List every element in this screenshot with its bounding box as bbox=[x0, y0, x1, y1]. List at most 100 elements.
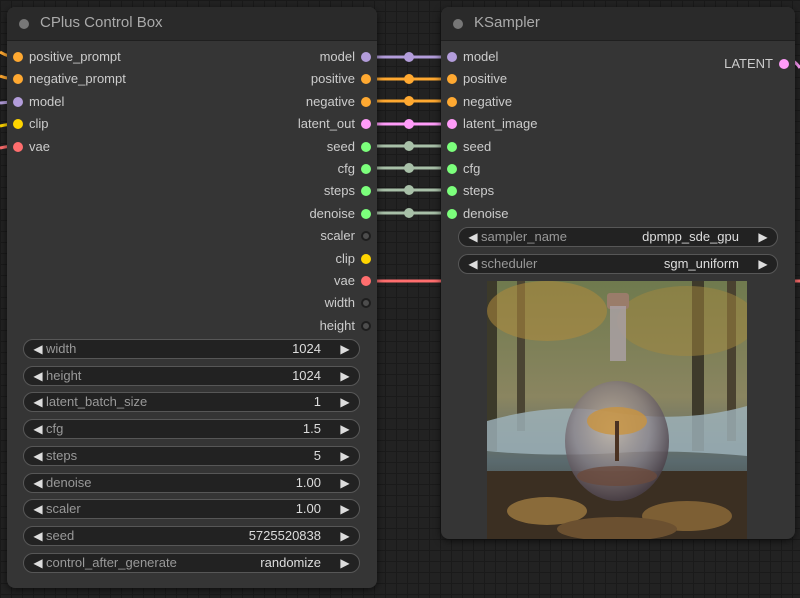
cb-output-width[interactable]: width bbox=[325, 292, 377, 314]
widget-label: scheduler bbox=[481, 255, 538, 271]
cb-input-vae[interactable]: vae bbox=[7, 136, 50, 158]
ks-input-cfg[interactable]: cfg bbox=[441, 158, 480, 180]
widget-scaler[interactable]: ◀ scaler 1.00 ▶ bbox=[23, 499, 360, 520]
negative_prompt-port-dot-icon[interactable] bbox=[13, 74, 23, 85]
widget-denoise[interactable]: ◀ denoise 1.00 ▶ bbox=[23, 472, 360, 493]
cb-output-vae[interactable]: vae bbox=[334, 270, 377, 292]
decrement-arrow-icon[interactable]: ◀ bbox=[29, 500, 47, 518]
cb-output-cfg[interactable]: cfg bbox=[338, 158, 377, 180]
positive-port-dot-icon[interactable] bbox=[361, 74, 371, 85]
collapse-dot-icon[interactable] bbox=[19, 19, 29, 29]
increment-arrow-icon[interactable]: ▶ bbox=[336, 420, 354, 438]
decrement-arrow-icon[interactable]: ◀ bbox=[29, 340, 47, 358]
port-label: vae bbox=[29, 138, 50, 154]
ks-input-denoise[interactable]: denoise bbox=[441, 203, 509, 225]
port-label: negative_prompt bbox=[29, 71, 126, 87]
control-box-node[interactable]: CPlus Control Box positive_promptnegativ… bbox=[7, 7, 377, 588]
increment-arrow-icon[interactable]: ▶ bbox=[336, 474, 354, 492]
clip-port-dot-icon[interactable] bbox=[13, 119, 23, 130]
model-port-dot-icon[interactable] bbox=[447, 52, 457, 62]
widget-steps[interactable]: ◀ steps 5 ▶ bbox=[23, 445, 360, 466]
preview-image bbox=[487, 281, 747, 539]
width-port-dot-icon[interactable] bbox=[361, 298, 371, 309]
decrement-arrow-icon[interactable]: ◀ bbox=[29, 474, 47, 492]
ksampler-header[interactable]: KSampler bbox=[441, 7, 795, 41]
ks-input-seed[interactable]: seed bbox=[441, 136, 491, 158]
increment-arrow-icon[interactable]: ▶ bbox=[336, 340, 354, 358]
cb-output-height[interactable]: height bbox=[320, 315, 377, 337]
ks-input-model[interactable]: model bbox=[441, 46, 498, 68]
cb-output-scaler[interactable]: scaler bbox=[320, 225, 377, 247]
increment-arrow-icon[interactable]: ▶ bbox=[336, 367, 354, 385]
increment-arrow-icon[interactable]: ▶ bbox=[336, 447, 354, 465]
widget-sampler_name[interactable]: ◀ sampler_name dpmpp_sde_gpu ▶ bbox=[458, 227, 778, 247]
collapse-dot-icon[interactable] bbox=[453, 19, 463, 29]
widget-label: control_after_generate bbox=[46, 554, 177, 570]
decrement-arrow-icon[interactable]: ◀ bbox=[29, 447, 47, 465]
increment-arrow-icon[interactable]: ▶ bbox=[754, 255, 772, 273]
widget-seed[interactable]: ◀ seed 5725520838 ▶ bbox=[23, 525, 360, 546]
seed-port-dot-icon[interactable] bbox=[447, 141, 457, 152]
widget-cfg[interactable]: ◀ cfg 1.5 ▶ bbox=[23, 419, 360, 440]
port-label: steps bbox=[463, 183, 495, 199]
cb-input-positive_prompt[interactable]: positive_prompt bbox=[7, 46, 121, 68]
latent_image-port-dot-icon[interactable] bbox=[447, 119, 457, 130]
decrement-arrow-icon[interactable]: ◀ bbox=[29, 367, 47, 385]
latent-output-dot-icon[interactable] bbox=[779, 59, 789, 69]
steps-port-dot-icon[interactable] bbox=[447, 186, 457, 197]
decrement-arrow-icon[interactable]: ◀ bbox=[29, 527, 47, 545]
widget-value: 1024 bbox=[292, 367, 321, 383]
vae-port-dot-icon[interactable] bbox=[361, 276, 371, 286]
negative-port-dot-icon[interactable] bbox=[447, 96, 457, 107]
cb-output-clip[interactable]: clip bbox=[335, 248, 377, 270]
control-box-header[interactable]: CPlus Control Box bbox=[7, 7, 377, 41]
ks-input-positive[interactable]: positive bbox=[441, 68, 507, 90]
cb-output-denoise[interactable]: denoise bbox=[309, 203, 377, 225]
vae-port-dot-icon[interactable] bbox=[13, 141, 23, 152]
cfg-port-dot-icon[interactable] bbox=[447, 164, 457, 174]
cb-output-negative[interactable]: negative bbox=[306, 91, 377, 113]
increment-arrow-icon[interactable]: ▶ bbox=[336, 554, 354, 572]
latent_out-port-dot-icon[interactable] bbox=[361, 119, 371, 130]
cb-input-negative_prompt[interactable]: negative_prompt bbox=[7, 68, 126, 90]
cb-input-clip[interactable]: clip bbox=[7, 113, 49, 135]
cb-input-model[interactable]: model bbox=[7, 91, 64, 113]
denoise-port-dot-icon[interactable] bbox=[447, 208, 457, 219]
increment-arrow-icon[interactable]: ▶ bbox=[336, 500, 354, 518]
cb-output-latent_out[interactable]: latent_out bbox=[298, 113, 377, 135]
positive_prompt-port-dot-icon[interactable] bbox=[13, 52, 23, 62]
scaler-port-dot-icon[interactable] bbox=[361, 231, 371, 242]
seed-port-dot-icon[interactable] bbox=[361, 141, 371, 152]
decrement-arrow-icon[interactable]: ◀ bbox=[464, 255, 482, 273]
clip-port-dot-icon[interactable] bbox=[361, 253, 371, 264]
ks-input-steps[interactable]: steps bbox=[441, 180, 494, 202]
cb-output-steps[interactable]: steps bbox=[324, 180, 377, 202]
increment-arrow-icon[interactable]: ▶ bbox=[754, 228, 772, 246]
widget-latent_batch_size[interactable]: ◀ latent_batch_size 1 ▶ bbox=[23, 392, 360, 413]
decrement-arrow-icon[interactable]: ◀ bbox=[464, 228, 482, 246]
port-label: seed bbox=[326, 138, 355, 154]
decrement-arrow-icon[interactable]: ◀ bbox=[29, 420, 47, 438]
ks-input-latent_image[interactable]: latent_image bbox=[441, 113, 537, 135]
cfg-port-dot-icon[interactable] bbox=[361, 164, 371, 174]
positive-port-dot-icon[interactable] bbox=[447, 74, 457, 85]
cb-output-model[interactable]: model bbox=[320, 46, 377, 68]
height-port-dot-icon[interactable] bbox=[361, 320, 371, 331]
widget-width[interactable]: ◀ width 1024 ▶ bbox=[23, 339, 360, 359]
cb-output-positive[interactable]: positive bbox=[311, 68, 377, 90]
output-latent[interactable]: LATENT bbox=[724, 53, 795, 75]
model-port-dot-icon[interactable] bbox=[361, 52, 371, 62]
decrement-arrow-icon[interactable]: ◀ bbox=[29, 554, 47, 572]
widget-height[interactable]: ◀ height 1024 ▶ bbox=[23, 365, 360, 386]
widget-control_after_generate[interactable]: ◀ control_after_generate randomize ▶ bbox=[23, 552, 360, 573]
decrement-arrow-icon[interactable]: ◀ bbox=[29, 393, 47, 411]
cb-output-seed[interactable]: seed bbox=[327, 136, 377, 158]
denoise-port-dot-icon[interactable] bbox=[361, 208, 371, 219]
widget-scheduler[interactable]: ◀ scheduler sgm_uniform ▶ bbox=[458, 253, 778, 274]
model-port-dot-icon[interactable] bbox=[13, 96, 23, 107]
increment-arrow-icon[interactable]: ▶ bbox=[336, 527, 354, 545]
negative-port-dot-icon[interactable] bbox=[361, 96, 371, 107]
ks-input-negative[interactable]: negative bbox=[441, 91, 512, 113]
steps-port-dot-icon[interactable] bbox=[361, 186, 371, 197]
increment-arrow-icon[interactable]: ▶ bbox=[336, 393, 354, 411]
